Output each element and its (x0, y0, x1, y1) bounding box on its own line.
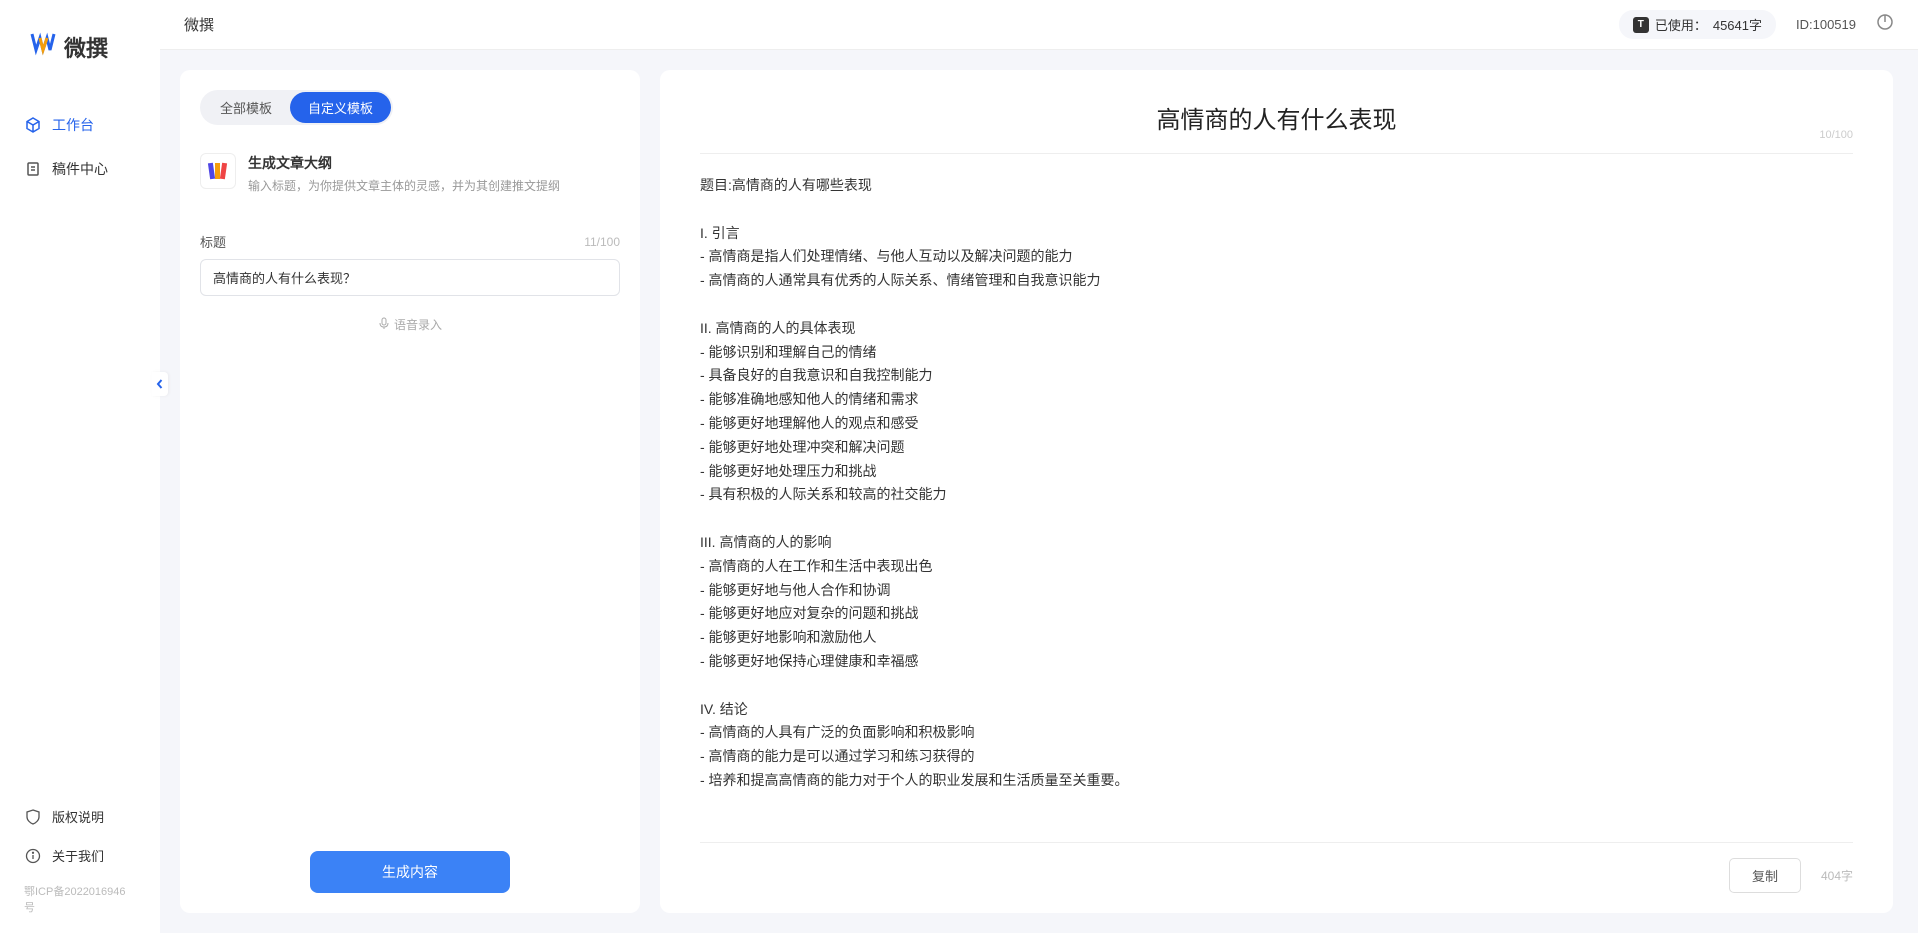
form-label: 标题 (200, 232, 226, 251)
logo-text: 微撰 (64, 31, 108, 63)
header: 微撰 T 已使用： 45641字 ID:100519 (160, 0, 1918, 50)
tab-all-templates[interactable]: 全部模板 (202, 92, 290, 123)
sidebar-footer: 版权说明 关于我们 鄂ICP备2022016946号 (0, 797, 160, 933)
nav-item-copyright[interactable]: 版权说明 (0, 797, 160, 836)
icp-text: 鄂ICP备2022016946号 (0, 875, 160, 923)
nav-item-drafts[interactable]: 稿件中心 (0, 147, 160, 191)
tab-group: 全部模板 自定义模板 (200, 90, 393, 125)
usage-prefix: 已使用： (1655, 15, 1707, 34)
usage-badge[interactable]: T 已使用： 45641字 (1619, 10, 1776, 39)
right-footer: 复制 404字 (700, 842, 1853, 893)
char-count: 11/100 (584, 235, 620, 249)
nav-item-workbench[interactable]: 工作台 (0, 103, 160, 147)
word-count: 404字 (1821, 867, 1853, 884)
power-icon[interactable] (1876, 13, 1894, 36)
template-card[interactable]: 生成文章大纲 输入标题，为你提供文章主体的灵感，并为其创建推文提纲 (200, 145, 620, 202)
nav-label: 稿件中心 (52, 159, 108, 179)
sidebar-collapse-handle[interactable] (152, 372, 168, 396)
main-area: 微撰 T 已使用： 45641字 ID:100519 全部模板 自定义模板 (160, 0, 1918, 933)
cube-icon (24, 116, 42, 134)
right-panel: 高情商的人有什么表现 10/100 题目:高情商的人有哪些表现 I. 引言 - … (660, 70, 1893, 913)
nav-label: 关于我们 (52, 846, 104, 865)
user-id: ID:100519 (1796, 17, 1856, 32)
left-panel: 全部模板 自定义模板 生成文章大纲 输入标题，为你提供文章主体的灵感，并为其创建… (180, 70, 640, 913)
doc-title-row: 高情商的人有什么表现 10/100 (700, 100, 1853, 154)
title-input[interactable] (200, 259, 620, 296)
copy-button[interactable]: 复制 (1729, 858, 1801, 893)
document-icon (24, 160, 42, 178)
generate-button[interactable]: 生成内容 (310, 851, 510, 893)
nav-label: 版权说明 (52, 807, 104, 826)
sidebar: 微撰 工作台 稿件中心 版权说明 关于我们 鄂ICP备2 (0, 0, 160, 933)
template-info: 生成文章大纲 输入标题，为你提供文章主体的灵感，并为其创建推文提纲 (248, 153, 620, 194)
form-section: 标题 11/100 语音录入 (200, 232, 620, 333)
chevron-left-icon (155, 379, 165, 389)
nav-item-about[interactable]: 关于我们 (0, 836, 160, 875)
voice-label: 语音录入 (394, 316, 442, 333)
form-label-row: 标题 11/100 (200, 232, 620, 251)
text-icon: T (1633, 17, 1649, 33)
template-desc: 输入标题，为你提供文章主体的灵感，并为其创建推文提纲 (248, 177, 620, 194)
doc-title-count: 10/100 (1819, 129, 1853, 141)
doc-body[interactable]: 题目:高情商的人有哪些表现 I. 引言 - 高情商是指人们处理情绪、与他人互动以… (700, 174, 1853, 832)
template-icon (200, 153, 236, 189)
header-right: T 已使用： 45641字 ID:100519 (1619, 10, 1894, 39)
info-icon (24, 847, 42, 865)
usage-value: 45641字 (1713, 15, 1762, 34)
nav-label: 工作台 (52, 115, 94, 135)
content-area: 全部模板 自定义模板 生成文章大纲 输入标题，为你提供文章主体的灵感，并为其创建… (160, 50, 1918, 933)
mic-icon (378, 317, 390, 332)
logo[interactable]: 微撰 (0, 30, 160, 103)
template-title: 生成文章大纲 (248, 153, 620, 173)
left-panel-footer: 生成内容 (200, 831, 620, 893)
nav-items: 工作台 稿件中心 (0, 103, 160, 797)
logo-icon (30, 30, 56, 63)
header-title: 微撰 (184, 14, 214, 35)
voice-input-button[interactable]: 语音录入 (200, 316, 620, 333)
doc-title[interactable]: 高情商的人有什么表现 (1157, 100, 1397, 135)
shield-icon (24, 808, 42, 826)
tab-custom-templates[interactable]: 自定义模板 (290, 92, 391, 123)
